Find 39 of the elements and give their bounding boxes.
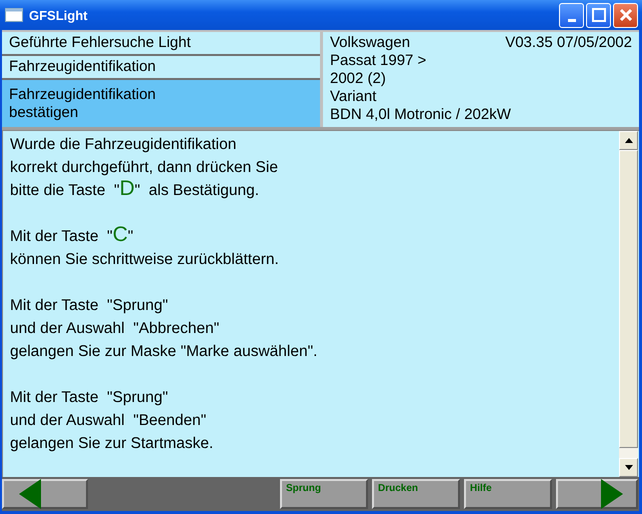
message-line: und der Auswahl "Beenden" [10,411,208,431]
message-line: bitte die Taste "D" als Bestätigung. [10,179,260,202]
down-arrow-icon [624,465,632,470]
vehicle-detail: 2002 (2) [330,70,387,88]
message-line: Wurde die Fahrzeugidentifikation [10,135,238,155]
window-title: GFSLight [29,8,88,22]
window-icon [5,8,23,22]
maximize-button[interactable] [586,2,611,28]
minimize-button[interactable] [559,2,584,28]
version-text: V03.35 07/05/2002 [505,34,632,52]
scroll-up-button[interactable] [619,131,638,150]
right-arrow-icon [601,479,623,509]
message-line: und der Auswahl "Abbrechen" [10,319,220,339]
message-line: Mit der Taste "Sprung" [10,296,170,316]
close-button[interactable] [613,2,638,28]
function-button[interactable]: Hilfe [464,479,552,509]
vehicle-make: Volkswagen [330,34,410,52]
close-icon [618,8,632,22]
message-line: können Sie schrittweise zurückblättern. [10,250,280,270]
vehicle-detail: BDN 4,0l Motronic / 202kW [330,106,512,124]
step-item: Fahrzeugidentifikation bestätigen [2,80,320,127]
message-line: gelangen Sie zur Maske "Marke auswählen". [10,342,318,362]
function-button[interactable]: Drucken [372,479,460,509]
step-item: Geführte Fehlersuche Light [2,32,320,54]
left-arrow-icon [19,479,41,509]
up-arrow-icon [624,138,632,143]
message-line: Mit der Taste "Sprung" [10,388,170,408]
message-line: gelangen Sie zur Startmaske. [10,434,214,454]
function-button[interactable]: Sprung [280,479,368,509]
maximize-icon [592,8,606,22]
scroll-down-button[interactable] [619,458,638,477]
vehicle-detail: Variant [330,88,378,106]
message-line: korrekt durchgeführt, dann drücken Sie [10,158,279,178]
back-button[interactable] [2,479,88,509]
minimize-icon [568,18,576,22]
vehicle-detail: Passat 1997 > [330,52,428,70]
step-item: Fahrzeugidentifikation [2,56,320,78]
forward-button[interactable] [556,479,638,509]
message-line: Mit der Taste "C" [10,225,134,248]
